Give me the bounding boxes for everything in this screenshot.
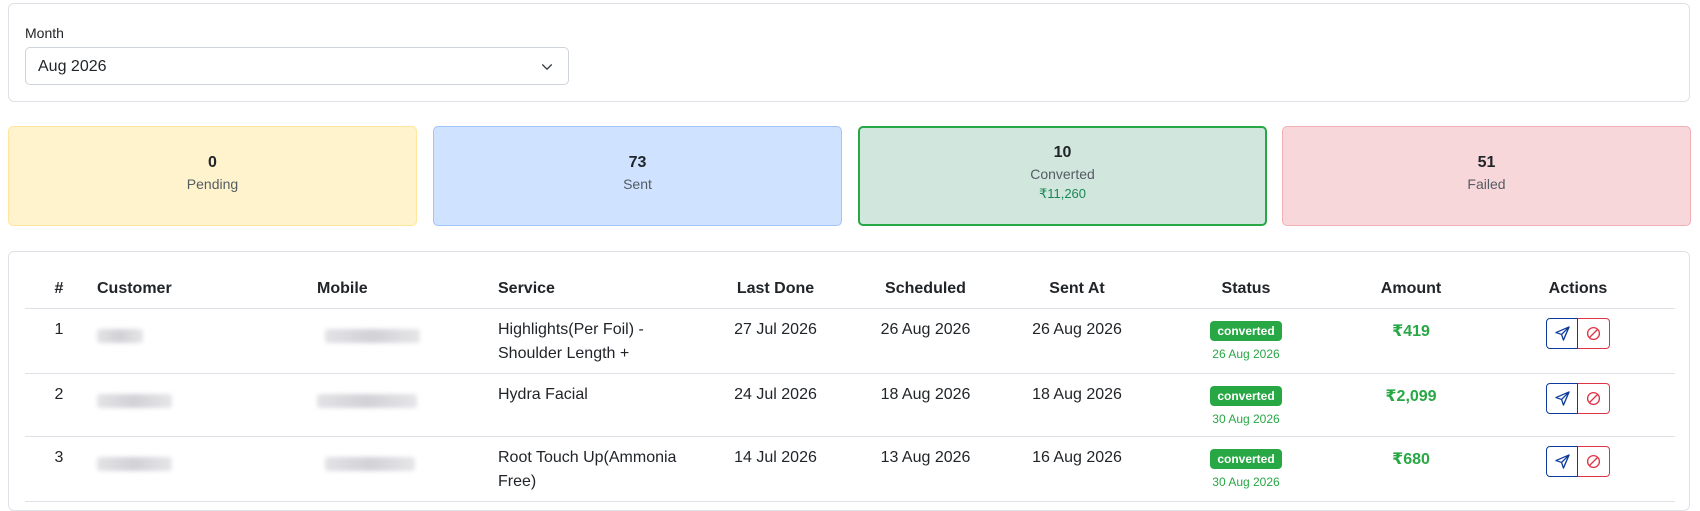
header-sent-at: Sent At bbox=[1003, 266, 1151, 309]
header-scheduled: Scheduled bbox=[848, 266, 1003, 309]
row-index: 1 bbox=[25, 308, 93, 374]
header-last-done: Last Done bbox=[703, 266, 848, 309]
row-sent-at: 16 Aug 2026 bbox=[1003, 436, 1151, 502]
row-amount: ₹419 bbox=[1341, 308, 1481, 374]
cancel-icon bbox=[1586, 326, 1601, 340]
send-icon bbox=[1554, 390, 1570, 406]
table-row: 2 Hydra Facial 24 Jul 2026 18 Aug 2026 1… bbox=[25, 373, 1675, 437]
header-actions: Actions bbox=[1481, 266, 1675, 309]
customer-name-redacted bbox=[93, 436, 313, 502]
reminders-table-card: # Customer Mobile Service Last Done Sche… bbox=[8, 251, 1690, 511]
stat-failed-label: Failed bbox=[1467, 176, 1506, 192]
row-sent-at: 26 Aug 2026 bbox=[1003, 308, 1151, 374]
send-button[interactable] bbox=[1546, 382, 1578, 414]
reminders-table: # Customer Mobile Service Last Done Sche… bbox=[25, 266, 1675, 502]
converted-date: 30 Aug 2026 bbox=[1212, 411, 1280, 426]
month-filter-card: Month Aug 2026 bbox=[8, 3, 1690, 102]
table-row: 1 Highlights(Per Foil) - Shoulder Length… bbox=[25, 308, 1675, 374]
header-customer: Customer bbox=[93, 266, 313, 309]
row-last-done: 24 Jul 2026 bbox=[703, 373, 848, 437]
row-last-done: 14 Jul 2026 bbox=[703, 436, 848, 502]
stat-pending-label: Pending bbox=[186, 176, 239, 192]
header-status: Status bbox=[1151, 266, 1341, 309]
stat-card-pending[interactable]: 0 Pending bbox=[8, 126, 417, 226]
row-scheduled: 18 Aug 2026 bbox=[848, 373, 1003, 437]
month-select[interactable]: Aug 2026 bbox=[25, 47, 569, 85]
row-service: Hydra Facial bbox=[498, 373, 703, 437]
cancel-button[interactable] bbox=[1578, 382, 1610, 414]
month-label: Month bbox=[25, 25, 64, 41]
row-status-cell: converted 26 Aug 2026 bbox=[1151, 308, 1341, 374]
table-row: 3 Root Touch Up(Ammonia Free) 14 Jul 202… bbox=[25, 436, 1675, 502]
stat-pending-count: 0 bbox=[208, 154, 217, 171]
row-scheduled: 26 Aug 2026 bbox=[848, 308, 1003, 374]
send-button[interactable] bbox=[1546, 445, 1578, 477]
month-select-value: Aug 2026 bbox=[38, 58, 107, 75]
row-sent-at: 18 Aug 2026 bbox=[1003, 373, 1151, 437]
row-status-cell: converted 30 Aug 2026 bbox=[1151, 436, 1341, 502]
send-icon bbox=[1554, 453, 1570, 469]
converted-date: 26 Aug 2026 bbox=[1212, 346, 1280, 361]
stat-failed-count: 51 bbox=[1477, 154, 1496, 171]
stat-card-sent[interactable]: 73 Sent bbox=[433, 126, 842, 226]
cancel-button[interactable] bbox=[1578, 317, 1610, 349]
converted-date: 30 Aug 2026 bbox=[1212, 474, 1280, 489]
customer-name-redacted bbox=[93, 308, 313, 374]
status-badge: converted bbox=[1210, 385, 1282, 406]
header-mobile: Mobile bbox=[313, 266, 498, 309]
mobile-redacted bbox=[313, 308, 498, 374]
customer-name-redacted bbox=[93, 373, 313, 437]
header-index: # bbox=[25, 266, 93, 309]
stat-card-converted[interactable]: 10 Converted ₹11,260 bbox=[858, 126, 1267, 226]
row-index: 3 bbox=[25, 436, 93, 502]
send-button[interactable] bbox=[1546, 317, 1578, 349]
status-badge: converted bbox=[1210, 320, 1282, 341]
cancel-button[interactable] bbox=[1578, 445, 1610, 477]
row-index: 2 bbox=[25, 373, 93, 437]
row-last-done: 27 Jul 2026 bbox=[703, 308, 848, 374]
header-service: Service bbox=[498, 266, 703, 309]
stat-card-failed[interactable]: 51 Failed bbox=[1282, 126, 1691, 226]
row-scheduled: 13 Aug 2026 bbox=[848, 436, 1003, 502]
row-service: Root Touch Up(Ammonia Free) bbox=[498, 436, 703, 502]
row-amount: ₹2,099 bbox=[1341, 373, 1481, 437]
row-status-cell: converted 30 Aug 2026 bbox=[1151, 373, 1341, 437]
header-amount: Amount bbox=[1341, 266, 1481, 309]
row-actions bbox=[1481, 308, 1675, 374]
status-badge: converted bbox=[1210, 448, 1282, 469]
mobile-redacted bbox=[313, 373, 498, 437]
table-header-row: # Customer Mobile Service Last Done Sche… bbox=[25, 266, 1675, 309]
cancel-icon bbox=[1586, 454, 1601, 468]
cancel-icon bbox=[1586, 391, 1601, 405]
mobile-redacted bbox=[313, 436, 498, 502]
stat-converted-amount: ₹11,260 bbox=[1038, 186, 1087, 201]
row-actions bbox=[1481, 373, 1675, 437]
stat-converted-label: Converted bbox=[1030, 166, 1095, 182]
chevron-down-icon bbox=[541, 64, 553, 70]
stat-converted-count: 10 bbox=[1053, 144, 1072, 161]
send-icon bbox=[1554, 325, 1570, 341]
row-amount: ₹680 bbox=[1341, 436, 1481, 502]
row-actions bbox=[1481, 436, 1675, 502]
row-service: Highlights(Per Foil) - Shoulder Length + bbox=[498, 308, 703, 374]
stat-sent-label: Sent bbox=[623, 176, 652, 192]
stat-sent-count: 73 bbox=[628, 154, 647, 171]
